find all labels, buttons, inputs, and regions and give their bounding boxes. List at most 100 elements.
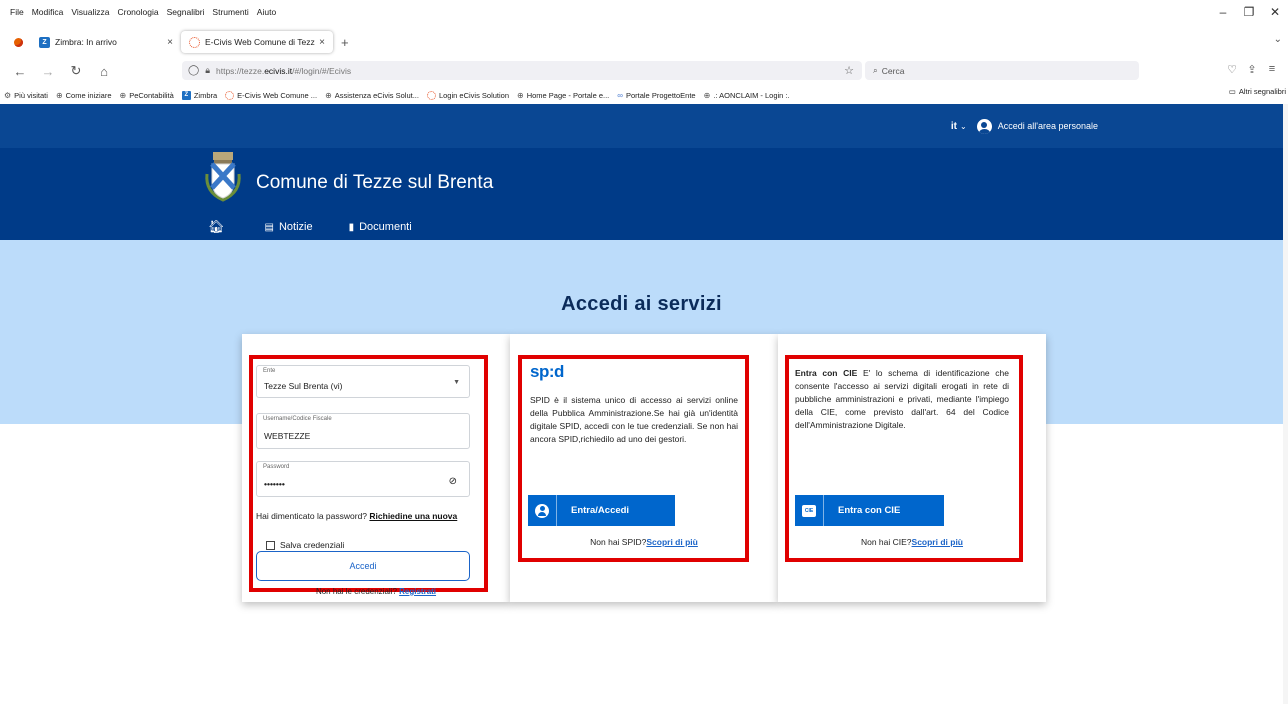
menu-bar: File Modifica Visualizza Cronologia Segn… [0,0,1288,24]
dropdown-arrow-icon: ▼ [453,379,460,386]
language-label: it [950,120,958,132]
bookmark-label: Assistenza eCivis Solut... [334,90,419,100]
menu-segnalibri[interactable]: Segnalibri [167,7,205,17]
menu-strumenti[interactable]: Strumenti [212,7,248,17]
nav-documenti[interactable]: ▮ Documenti [349,221,412,233]
register-link[interactable]: Registrati [399,587,436,596]
close-tab-icon[interactable]: × [167,37,173,48]
tab-ecivis[interactable]: E-Civis Web Comune di Tezze s × [181,31,333,53]
bookmark-label: E-Civis Web Comune ... [237,90,318,100]
bookmark-item[interactable]: ⊕.: AONCLAIM - Login :. [704,91,790,100]
url-domain: ecivis.it [264,65,293,76]
personal-area-link[interactable]: Accedi all'area personale [998,121,1098,131]
bookmarks-bar: ⚙ Più visitati ⊕ Come iniziare ⊕ PeContabil… [0,87,1288,103]
other-bookmarks-label: Altri segnalibri [1238,87,1286,96]
lock-icon[interactable]: 🔒︎ [205,65,210,76]
folder-icon: ▭ [1228,87,1236,96]
cie-discover-link[interactable]: Scopri di più [912,537,963,547]
remember-checkbox[interactable]: Salva credenziali [266,540,344,550]
id-card-icon: CIE [802,504,816,517]
other-bookmarks[interactable]: ▭ Altri segnalibri [1229,87,1286,96]
nav-notizie[interactable]: ▤ Notizie [265,221,313,233]
language-selector[interactable]: it ⌄ [951,121,967,132]
bookmark-item[interactable]: Login eCivis Solution [426,90,509,100]
cie-card: Entra con CIE E' lo schema di identifica… [778,334,1046,602]
menu-visualizza[interactable]: Visualizza [71,7,109,17]
newspaper-icon: ▤ [264,221,274,233]
back-icon[interactable]: ← [12,64,28,79]
restore-icon[interactable]: ❐ [1236,5,1262,19]
ente-select[interactable]: Ente Tezze Sul Brenta (vi) ▼ [256,365,470,398]
bookmark-item[interactable]: ⊕ PeContabilità [120,91,174,100]
spid-discover-link[interactable]: Scopri di più [646,537,697,547]
menu-modifica[interactable]: Modifica [32,7,64,17]
menu-cronologia[interactable]: Cronologia [117,7,158,17]
forgot-text: Hai dimenticato la password? [256,511,368,521]
minimize-icon[interactable]: – [1210,5,1236,19]
ecivis-icon [225,90,235,100]
close-tab-icon[interactable]: × [319,37,325,48]
chevron-down-icon: ⌄ [960,121,967,131]
ecivis-icon [426,90,436,100]
menu-file[interactable]: File [10,7,24,17]
search-icon: ⌕ [873,65,878,75]
spid-user-icon [535,503,549,518]
bookmark-item[interactable]: ⊕ Come iniziare [56,91,112,100]
bookmark-label: Più visitati [14,90,48,100]
url-bar[interactable]: ◯ 🔒︎ https://tezze. ecivis.it/#/login/#/E… [182,61,862,80]
comune-crest-icon[interactable] [203,152,243,202]
spid-login-button[interactable]: Entra/Accedi [528,495,675,526]
spid-description: SPID è il sistema unico di accesso ai se… [530,395,738,444]
url-prefix: https://tezze. [216,65,265,76]
password-field[interactable]: Password ••••••• ⊘ [256,461,470,497]
bookmark-label: Zimbra [193,90,218,100]
forgot-password-link[interactable]: Richiedine una nuova [369,511,457,521]
bookmark-item[interactable]: ∞ Portale ProgettoEnte [617,91,695,100]
page-title: Accedi ai servizi [561,293,722,315]
menu-aiuto[interactable]: Aiuto [257,7,276,17]
new-tab-button[interactable]: + [341,35,349,50]
shield-icon[interactable]: ◯ [188,65,199,76]
bookmark-item[interactable]: E-Civis Web Comune ... [225,90,318,100]
tab-bar: Z Zimbra: In arrivo × E-Civis Web Comune… [0,30,1288,54]
home-icon[interactable]: ⌂ [96,64,112,79]
bookmark-label: Portale ProgettoEnte [625,90,696,100]
firefox-view-icon[interactable] [14,37,23,47]
close-window-icon[interactable]: ✕ [1262,5,1288,19]
forward-icon[interactable]: → [40,64,56,79]
pe-icon: ∞ [617,90,623,100]
bookmark-item[interactable]: Z Zimbra [181,90,218,100]
home-icon[interactable]: 🏠︎ [208,219,225,235]
web-page: it ⌄ Accedi all'area personale Comune di … [0,104,1283,704]
search-placeholder: Cerca [881,65,905,76]
bookmark-star-icon[interactable]: ☆ [844,64,854,77]
username-field[interactable]: Username/Codice Fiscale WEBTEZZE [256,413,470,449]
comune-title[interactable]: Comune di Tezze sul Brenta [256,172,493,194]
hamburger-menu-icon[interactable]: ≡ [1262,63,1282,76]
bookmark-item[interactable]: ⚙ Più visitati [4,91,48,100]
url-suffix: /#/login/#/Ecivis [292,65,352,76]
zimbra-icon: Z [181,90,191,100]
extensions-icon[interactable]: ⇪ [1242,63,1262,76]
search-input[interactable]: ⌕ Cerca [865,61,1139,80]
spid-card: sp:d SPID è il sistema unico di accesso … [510,334,778,602]
checkbox-box[interactable] [266,540,275,550]
cie-login-button[interactable]: CIE Entra con CIE [795,495,944,526]
navigation-bar: ← → ↻ ⌂ ◯ 🔒︎ https://tezze. ecivis.it/#/l… [0,60,1288,82]
tab-list-chevron-icon[interactable]: ⌄ [1274,34,1282,45]
pocket-icon[interactable]: ♡ [1222,63,1242,76]
zimbra-icon: Z [39,36,50,48]
scrollbar[interactable] [1283,104,1288,704]
remember-label: Salva credenziali [280,540,345,550]
bookmark-item[interactable]: ⊕ Assistenza eCivis Solut... [325,91,419,100]
globe-icon: ⊕ [119,90,127,100]
no-credentials-text: Non hai le credenziali? [315,587,397,596]
tab-zimbra[interactable]: Z Zimbra: In arrivo × [31,31,181,53]
eye-slash-icon[interactable]: ⊘ [449,476,457,487]
ecivis-icon [189,36,200,48]
accedi-button[interactable]: Accedi [256,551,470,581]
reload-icon[interactable]: ↻ [68,63,84,79]
user-icon[interactable] [976,118,992,134]
spid-no-text: Non hai SPID? [590,537,647,547]
bookmark-item[interactable]: ⊕ Home Page - Portale e... [517,91,609,100]
